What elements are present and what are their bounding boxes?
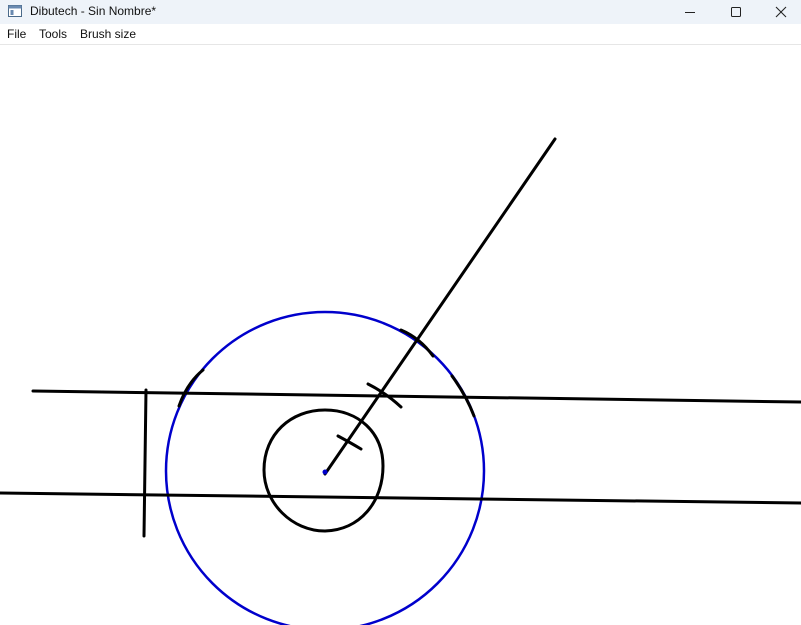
- close-icon: [775, 6, 787, 18]
- menu-brush-size[interactable]: Brush size: [80, 26, 136, 42]
- outer-circle: [164, 310, 486, 625]
- title-bar: Dibutech - Sin Nombre*: [0, 0, 801, 24]
- arc-mark-top-right: [399, 328, 435, 358]
- app-window-icon: [8, 4, 22, 18]
- maximize-icon: [731, 7, 741, 17]
- center-point: [322, 469, 328, 475]
- window-title: Dibutech - Sin Nombre*: [30, 4, 157, 18]
- vertical-line: [142, 388, 148, 538]
- drawing-canvas[interactable]: [0, 45, 801, 625]
- menu-tools[interactable]: Tools: [39, 26, 67, 42]
- close-button[interactable]: [758, 0, 801, 24]
- minimize-icon: [685, 12, 695, 13]
- upper-horizontal-line: [31, 389, 801, 404]
- drawing-svg: [0, 137, 801, 625]
- menu-file[interactable]: File: [7, 26, 26, 42]
- menu-bar: File Tools Brush size: [0, 24, 801, 45]
- diagonal-line: [323, 137, 557, 476]
- minimize-button[interactable]: [667, 0, 713, 24]
- lower-horizontal-line: [0, 491, 801, 505]
- maximize-button[interactable]: [713, 0, 759, 24]
